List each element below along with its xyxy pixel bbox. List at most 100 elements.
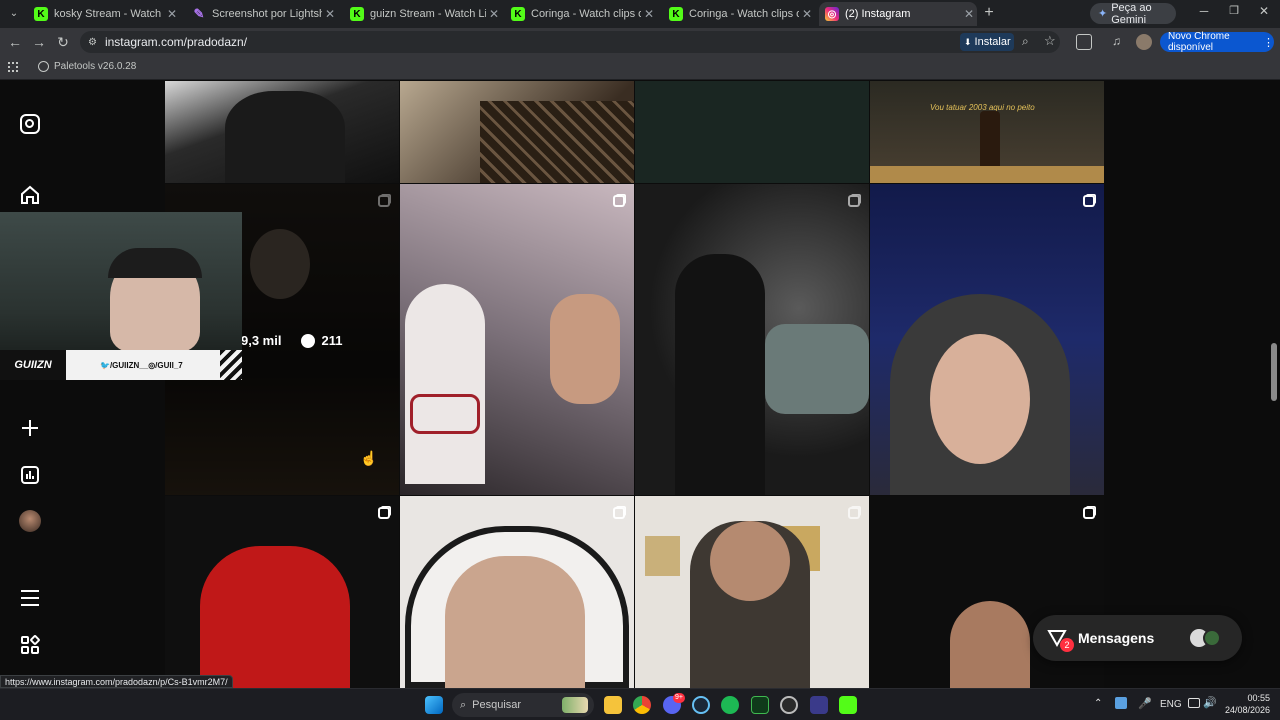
chrome-icon[interactable] (633, 696, 651, 714)
gemini-icon: ✦ (1098, 8, 1108, 20)
comment-icon (301, 333, 316, 348)
post-thumbnail[interactable] (635, 496, 869, 688)
volume-icon[interactable]: 🔊 (1203, 696, 1217, 709)
address-bar[interactable]: ⚙ instagram.com/pradodazn/ ⬇ Instalar ⌕ … (80, 31, 1060, 53)
ea-app-icon[interactable] (810, 696, 828, 714)
menu-icon[interactable] (17, 585, 43, 611)
carousel-icon (1083, 195, 1095, 207)
webcam-hair (108, 248, 202, 278)
new-tab-button[interactable]: + (980, 4, 998, 24)
discord-badge: 9+ (673, 693, 685, 703)
back-button[interactable]: ← (3, 30, 27, 54)
network-tray-icon[interactable] (1115, 697, 1127, 709)
site-info-icon[interactable]: ⚙ (88, 37, 97, 48)
post-thumbnail[interactable] (400, 184, 634, 495)
minimize-button[interactable]: ─ (1194, 4, 1214, 24)
gemini-button[interactable]: ✦ Peça ao Gemini (1090, 1, 1176, 26)
install-icon: ⬇ (964, 36, 972, 47)
photo-subject (225, 91, 345, 183)
spotify-icon[interactable] (721, 696, 739, 714)
post-thumbnail[interactable] (635, 184, 869, 495)
profile-avatar-icon[interactable] (17, 508, 43, 534)
system-tray-chevron-icon[interactable]: ⌃ (1094, 698, 1102, 709)
photo-face (710, 521, 790, 601)
post-thumbnail[interactable] (165, 496, 399, 688)
post-thumbnail[interactable] (400, 496, 634, 688)
instagram-page: Vou tatuar 2003 aqui no peito 9,3 mil 21… (0, 81, 1280, 688)
bookmark-star-icon[interactable]: ☆ (1044, 33, 1056, 49)
carousel-icon (613, 507, 625, 519)
messages-badge: 2 (1060, 638, 1074, 652)
taskbar-search[interactable]: ⌕ Pesquisar (452, 693, 594, 717)
close-tab-icon[interactable]: ✕ (961, 7, 977, 21)
hover-stats: 9,3 mil 211 (241, 333, 342, 348)
post-thumbnail[interactable] (635, 81, 869, 183)
close-window-button[interactable]: ✕ (1254, 4, 1274, 24)
browser-toolbar: ← → ↻ ⚙ instagram.com/pradodazn/ ⬇ Insta… (0, 28, 1280, 56)
steam-icon[interactable] (692, 696, 710, 714)
close-tab-icon[interactable]: ✕ (164, 7, 180, 21)
url-text[interactable]: instagram.com/pradodazn/ (105, 35, 247, 49)
install-button[interactable]: ⬇ Instalar (960, 33, 1014, 51)
close-tab-icon[interactable]: ✕ (486, 7, 502, 21)
tab-strip: ⌄ K kosky Stream - Watch Live on Kick ✕ … (0, 0, 1280, 28)
tab-kosky[interactable]: K kosky Stream - Watch Live on Kick ✕ (28, 2, 180, 26)
media-icon[interactable]: ♫ (1112, 34, 1121, 48)
zoom-icon[interactable]: ⌕ (1022, 34, 1029, 49)
search-placeholder: Pesquisar (472, 699, 522, 711)
webcam-overlay: GUIIZN 🐦/GUIIZN__◎/GUII_7 (0, 212, 242, 380)
extensions-icon[interactable] (1076, 34, 1092, 50)
close-tab-icon[interactable]: ✕ (641, 7, 657, 21)
tab-coringa-2[interactable]: K Coringa - Watch clips on Kick ✕ (663, 2, 815, 26)
webcam-banner: GUIIZN 🐦/GUIIZN__◎/GUII_7 (0, 350, 242, 380)
search-highlight-icon (562, 697, 588, 713)
carousel-icon (378, 195, 390, 207)
bookmark-paletools[interactable]: Paletools v26.0.28 (38, 61, 136, 72)
profile-avatar[interactable] (1136, 34, 1152, 50)
kick-icon: K (669, 7, 683, 21)
close-tab-icon[interactable]: ✕ (799, 7, 815, 21)
kick-app-icon[interactable] (839, 696, 857, 714)
tab-guizn[interactable]: K guizn Stream - Watch Live on Kick ✕ (344, 2, 502, 26)
home-icon[interactable] (17, 182, 43, 208)
tab-title: guizn Stream - Watch Live on Kick (370, 8, 486, 20)
tab-instagram[interactable]: ◎ (2) Instagram ✕ (819, 2, 977, 26)
post-thumbnail[interactable]: Vou tatuar 2003 aqui no peito (870, 81, 1104, 183)
table-shape (870, 166, 1104, 183)
post-thumbnail[interactable] (400, 81, 634, 183)
tab-search-button[interactable]: ⌄ (6, 6, 22, 22)
forward-button[interactable]: → (27, 30, 51, 54)
app-icon[interactable] (751, 696, 769, 714)
close-tab-icon[interactable]: ✕ (322, 7, 338, 21)
photo-face (950, 601, 1030, 688)
also-from-meta-icon[interactable] (17, 632, 43, 658)
reload-button[interactable]: ↻ (51, 30, 75, 54)
mouse-cursor-icon: ☝ (360, 450, 378, 466)
post-thumbnail[interactable] (165, 81, 399, 183)
apps-grid-icon[interactable] (8, 62, 18, 72)
kick-icon: K (350, 7, 364, 21)
update-chrome-button[interactable]: Novo Chrome disponível ⋮ (1160, 31, 1274, 53)
mic-icon[interactable]: 🎤 (1138, 697, 1152, 710)
obs-icon[interactable] (780, 696, 798, 714)
post-thumbnail[interactable] (870, 184, 1104, 495)
photo-mask-pattern (410, 394, 480, 434)
gemini-label: Peça ao Gemini (1111, 1, 1152, 26)
messages-button[interactable]: 2 Mensagens (1033, 615, 1242, 661)
instagram-logo-icon[interactable] (17, 111, 43, 137)
carousel-icon (848, 195, 860, 207)
create-plus-icon[interactable] (17, 415, 43, 441)
display-icon[interactable] (1188, 698, 1200, 708)
windows-start-icon[interactable] (425, 696, 443, 714)
tab-coringa-1[interactable]: K Coringa - Watch clips on Kick ✕ (505, 2, 657, 26)
status-url: https://www.instagram.com/pradodazn/p/Cs… (0, 675, 233, 688)
language-indicator[interactable]: ENG (1160, 699, 1182, 710)
page-scrollbar[interactable] (1271, 343, 1277, 401)
photo-hand (550, 294, 620, 404)
tab-lightshot[interactable]: ✎ Screenshot por Lightshot ✕ (186, 2, 338, 26)
dashboard-icon[interactable] (17, 462, 43, 488)
file-explorer-icon[interactable] (604, 696, 622, 714)
clock[interactable]: 00:55 24/08/2026 (1224, 692, 1270, 716)
restore-button[interactable]: ❐ (1224, 4, 1244, 24)
photo-subject (250, 229, 310, 299)
